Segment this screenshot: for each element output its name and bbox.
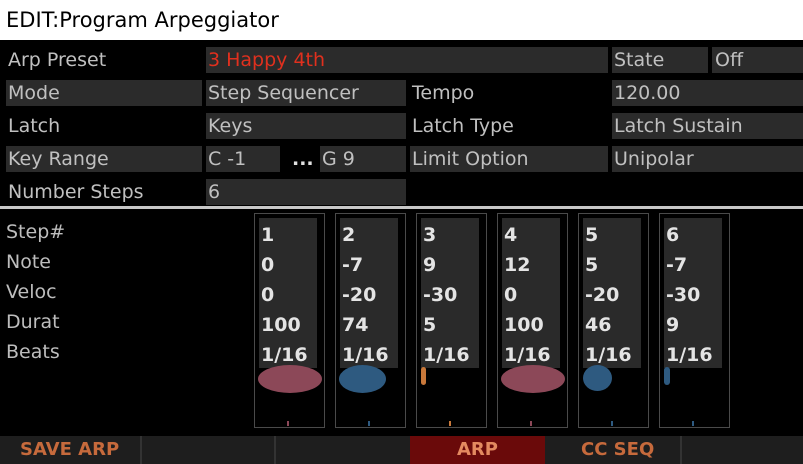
- softkey-divider: [680, 436, 682, 464]
- limit-option-label: Limit Option: [410, 146, 608, 172]
- key-range-low-field[interactable]: C -1: [206, 146, 280, 172]
- step-number: 4: [504, 224, 518, 246]
- step-veloc[interactable]: -20: [585, 280, 619, 310]
- step-veloc[interactable]: -30: [423, 280, 457, 310]
- step-veloc[interactable]: -30: [666, 280, 700, 310]
- step-pitch-tick: [611, 421, 613, 426]
- step-note[interactable]: 5: [585, 250, 598, 280]
- step-number: 2: [342, 224, 356, 246]
- step-veloc[interactable]: 0: [504, 280, 517, 310]
- step-pitch-tick: [449, 421, 451, 426]
- row-label-note: Note: [6, 251, 51, 273]
- step-number: 1: [261, 224, 275, 246]
- step-column-6[interactable]: 6 -7 -30 9 1/16: [659, 213, 730, 428]
- tempo-label: Tempo: [412, 82, 475, 104]
- step-veloc[interactable]: 0: [261, 280, 274, 310]
- row-label-durat: Durat: [6, 311, 60, 333]
- softkey-divider: [140, 436, 142, 464]
- mode-field[interactable]: Step Sequencer: [206, 80, 406, 106]
- step-beats[interactable]: 1/16: [666, 340, 713, 370]
- latch-label: Latch: [8, 115, 61, 137]
- key-range-high-field[interactable]: G 9: [320, 146, 406, 172]
- state-field[interactable]: Off: [712, 47, 803, 73]
- key-range-label: Key Range: [6, 146, 202, 172]
- section-divider: [0, 206, 803, 209]
- step-column-5[interactable]: 5 5 -20 46 1/16: [578, 213, 649, 428]
- step-veloc[interactable]: -20: [342, 280, 376, 310]
- step-duration-marker: [421, 367, 426, 385]
- step-pitch-tick: [287, 421, 289, 426]
- step-pitch-tick: [692, 421, 694, 426]
- latch-field[interactable]: Keys: [206, 113, 406, 139]
- step-number: 6: [666, 224, 680, 246]
- step-note[interactable]: -7: [342, 250, 363, 280]
- step-durat[interactable]: 46: [585, 310, 611, 340]
- step-pitch-tick: [368, 421, 370, 426]
- step-column-2[interactable]: 2 -7 -20 74 1/16: [335, 213, 406, 428]
- step-number: 3: [423, 224, 437, 246]
- number-steps-label: Number Steps: [8, 181, 144, 203]
- row-label-veloc: Veloc: [6, 281, 57, 303]
- save-arp-button[interactable]: SAVE ARP: [0, 436, 140, 464]
- state-label: State: [612, 47, 708, 73]
- step-durat[interactable]: 9: [666, 310, 679, 340]
- step-duration-marker: [664, 367, 670, 385]
- latch-type-label: Latch Type: [412, 115, 514, 137]
- window-title: EDIT:Program Arpeggiator: [0, 0, 803, 40]
- step-duration-marker: [501, 365, 565, 393]
- step-number: 5: [585, 224, 599, 246]
- number-steps-field[interactable]: 6: [206, 179, 406, 205]
- step-column-1[interactable]: 1 0 0 100 1/16: [254, 213, 325, 428]
- step-note[interactable]: 12: [504, 250, 530, 280]
- step-column-4[interactable]: 4 12 0 100 1/16: [497, 213, 568, 428]
- step-pitch-tick: [530, 421, 532, 426]
- row-label-step: Step#: [6, 221, 66, 243]
- step-durat[interactable]: 74: [342, 310, 368, 340]
- mode-label: Mode: [6, 80, 202, 106]
- step-beats[interactable]: 1/16: [423, 340, 470, 370]
- softkey-empty-3[interactable]: [276, 436, 408, 464]
- latch-type-field[interactable]: Latch Sustain: [612, 113, 803, 139]
- step-durat[interactable]: 100: [261, 310, 301, 340]
- arp-preset-label: Arp Preset: [8, 49, 107, 71]
- arp-preset-field[interactable]: 3 Happy 4th: [206, 47, 608, 73]
- step-note[interactable]: 9: [423, 250, 436, 280]
- step-durat[interactable]: 5: [423, 310, 436, 340]
- step-duration-marker: [258, 365, 322, 393]
- limit-option-field[interactable]: Unipolar: [612, 146, 803, 172]
- row-label-beats: Beats: [6, 341, 60, 363]
- step-durat[interactable]: 100: [504, 310, 544, 340]
- step-duration-marker: [583, 365, 612, 391]
- step-note[interactable]: -7: [666, 250, 687, 280]
- step-column-3[interactable]: 3 9 -30 5 1/16: [416, 213, 487, 428]
- tempo-field[interactable]: 120.00: [612, 80, 803, 106]
- step-note[interactable]: 0: [261, 250, 274, 280]
- arp-tab-button[interactable]: ARP: [410, 436, 545, 464]
- cc-seq-tab-button[interactable]: CC SEQ: [545, 436, 680, 464]
- step-duration-marker: [339, 365, 386, 393]
- key-range-ellipsis: ...: [292, 148, 314, 170]
